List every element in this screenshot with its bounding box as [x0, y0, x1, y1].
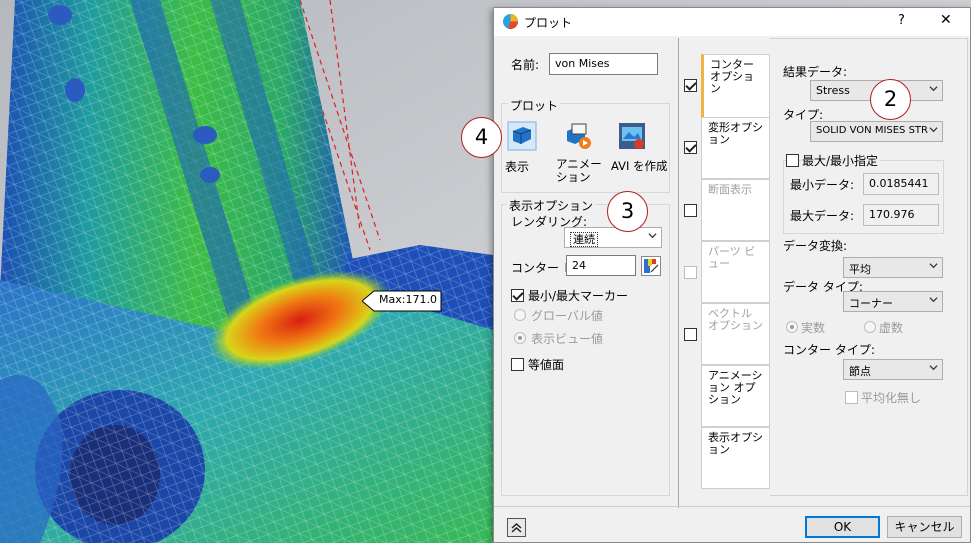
- create-avi-button[interactable]: [617, 121, 647, 151]
- double-chevron-up-icon: [511, 522, 522, 533]
- tab-section-view[interactable]: 断面表示: [701, 179, 770, 241]
- rendering-select[interactable]: 連続: [564, 227, 662, 248]
- chevron-down-icon: [929, 365, 938, 371]
- show-plot-icon: [507, 121, 537, 151]
- chevron-down-icon: [648, 233, 657, 239]
- help-button[interactable]: ?: [898, 13, 905, 28]
- tab-vector-checkbox[interactable]: [684, 328, 697, 341]
- ok-button[interactable]: OK: [805, 516, 880, 538]
- close-icon[interactable]: ✕: [940, 12, 952, 28]
- column-divider: [678, 38, 679, 508]
- chevron-down-icon: [929, 86, 938, 92]
- minmax-specify-checkbox[interactable]: [786, 154, 799, 167]
- collapse-button[interactable]: [507, 518, 526, 537]
- tab-part-view[interactable]: パーツ ビュー: [701, 241, 770, 303]
- dialog-titlebar[interactable]: プロット ? ✕: [494, 8, 970, 36]
- minmax-marker-label: 最小/最大マーカー: [528, 289, 629, 303]
- global-value-label: グローバル値: [531, 309, 603, 323]
- animation-button[interactable]: [563, 121, 593, 151]
- max-data-field[interactable]: 170.976: [863, 204, 939, 226]
- dialog-title: プロット: [524, 16, 573, 30]
- tab-deform-options[interactable]: 変形オプション: [701, 117, 770, 179]
- animation-label: アニメーション: [556, 157, 602, 184]
- footer-divider: [494, 506, 970, 507]
- avi-icon: [619, 123, 645, 149]
- result-data-label: 結果データ:: [783, 65, 848, 79]
- minmax-specify-label: 最大/最小指定: [802, 152, 881, 169]
- tab-contour-checkbox[interactable]: [684, 79, 697, 92]
- imag-label: 虚数: [879, 321, 904, 335]
- data-type-value: コーナー: [849, 297, 893, 310]
- callout-3: 3: [607, 191, 648, 232]
- contour-type-value: 節点: [849, 365, 871, 378]
- color-palette-icon: [644, 259, 659, 273]
- display-options-title: 表示オプション: [507, 197, 596, 214]
- create-avi-label: AVI を作成: [611, 159, 668, 173]
- cancel-button[interactable]: キャンセル: [887, 516, 962, 538]
- tab-section-checkbox[interactable]: [684, 204, 697, 217]
- chevron-down-icon: [929, 297, 938, 303]
- tab-deform-checkbox[interactable]: [684, 141, 697, 154]
- tab-part-view-checkbox[interactable]: [684, 266, 697, 279]
- real-label: 実数: [801, 321, 826, 335]
- contour-type-label: コンター タイプ:: [783, 343, 875, 357]
- real-radio[interactable]: [786, 321, 798, 333]
- max-marker-label: Max:171.0: [379, 293, 437, 306]
- max-data-label: 最大データ:: [790, 209, 855, 223]
- color-palette-button[interactable]: [641, 256, 661, 276]
- type-value: SOLID VON MISES STR: [816, 125, 928, 136]
- plot-app-icon: [503, 14, 519, 30]
- tab-vector-options[interactable]: ベクトル オプション: [701, 303, 770, 365]
- isosurface-label: 等値面: [528, 358, 565, 372]
- callout-2: 2: [870, 79, 911, 120]
- rendering-value: 連続: [570, 232, 598, 247]
- tab-animation-options[interactable]: アニメーション オプション: [701, 365, 770, 427]
- min-data-label: 最小データ:: [790, 178, 855, 192]
- show-plot-label: 表示: [505, 160, 530, 174]
- chevron-down-icon: [929, 263, 938, 269]
- name-label: 名前:: [511, 58, 540, 72]
- no-average-label: 平均化無し: [861, 391, 922, 405]
- plot-name-input[interactable]: von Mises: [549, 53, 658, 75]
- type-select[interactable]: SOLID VON MISES STR: [810, 121, 943, 142]
- minmax-marker-checkbox[interactable]: [511, 289, 524, 302]
- plot-group-title: プロット: [508, 97, 561, 114]
- data-type-select[interactable]: コーナー: [843, 291, 943, 312]
- tab-contour-options[interactable]: コンター オプション: [701, 54, 770, 118]
- contour-type-select[interactable]: 節点: [843, 359, 943, 380]
- callout-4: 4: [461, 117, 502, 158]
- imag-radio[interactable]: [864, 321, 876, 333]
- no-average-checkbox[interactable]: [845, 391, 858, 404]
- display-view-value-radio[interactable]: [514, 332, 526, 344]
- chevron-down-icon: [929, 125, 938, 134]
- data-conversion-select[interactable]: 平均: [843, 257, 943, 278]
- global-value-radio[interactable]: [514, 309, 526, 321]
- min-data-field[interactable]: 0.0185441: [863, 173, 939, 195]
- isosurface-checkbox[interactable]: [511, 358, 524, 371]
- contour-level-input[interactable]: 24: [566, 255, 636, 276]
- show-plot-button[interactable]: [507, 121, 537, 151]
- display-view-value-label: 表示ビュー値: [531, 332, 604, 346]
- data-conversion-value: 平均: [849, 263, 871, 276]
- result-data-value: Stress: [816, 84, 850, 97]
- animation-icon: [567, 123, 591, 149]
- tab-display-options[interactable]: 表示オプション: [701, 427, 770, 489]
- data-conversion-label: データ変換:: [783, 239, 848, 253]
